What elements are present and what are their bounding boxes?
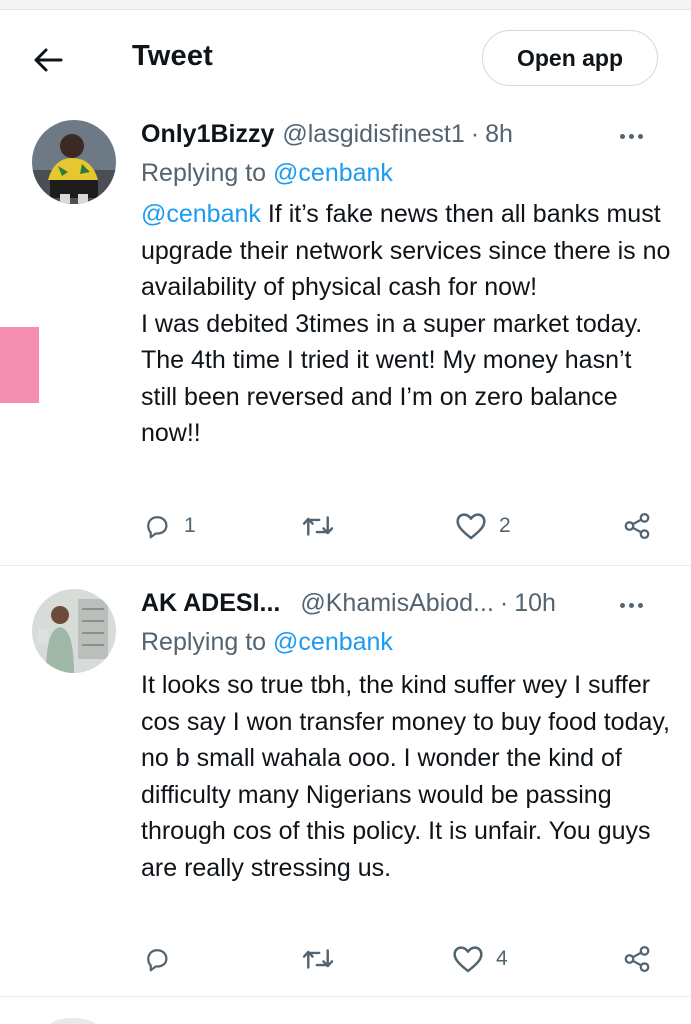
retweet-button[interactable] (301, 939, 347, 979)
like-count: 2 (499, 514, 511, 537)
retweet-icon (302, 516, 334, 536)
like-button[interactable]: 4 (452, 939, 508, 979)
tweet-text: @cenbank If it’s fake news then all bank… (141, 196, 671, 452)
tweet-meta: Only1Bizzy @lasgidisfinest1 · 8h (141, 120, 513, 149)
tweet-reply[interactable]: AK ADESI... @KhamisAbiod... · 10h Replyi… (0, 567, 691, 997)
replying-prefix: Replying to (141, 628, 267, 656)
replying-mention-link[interactable]: @cenbank (273, 159, 393, 187)
retweet-icon (302, 949, 334, 969)
open-app-button[interactable]: Open app (482, 30, 658, 86)
more-horizontal-icon (620, 134, 625, 139)
reply-button[interactable]: 1 (142, 506, 196, 546)
display-name[interactable]: Only1Bizzy (141, 120, 274, 149)
replying-to: Replying to @cenbank (141, 628, 393, 657)
share-button[interactable] (622, 506, 652, 546)
replying-to: Replying to @cenbank (141, 159, 393, 188)
share-icon (624, 513, 650, 539)
heart-icon (453, 946, 483, 973)
user-handle[interactable]: @lasgidisfinest1 (282, 120, 464, 149)
separator-dot: · (470, 120, 480, 148)
status-strip (0, 0, 691, 10)
replying-prefix: Replying to (141, 159, 267, 187)
retweet-button[interactable] (301, 506, 347, 546)
reply-count: 1 (184, 514, 196, 537)
like-count: 4 (496, 947, 508, 970)
next-tweet-avatar[interactable] (48, 1018, 98, 1024)
user-handle[interactable]: @KhamisAbiod... (300, 589, 494, 618)
share-button[interactable] (622, 939, 652, 979)
tweet-text: It looks so true tbh, the kind suffer we… (141, 667, 671, 886)
reply-bubble-icon (147, 516, 168, 539)
arrow-left-icon (34, 48, 63, 72)
top-bar: Tweet Open app (0, 10, 691, 110)
more-options-button[interactable] (620, 603, 643, 608)
heart-icon (456, 513, 486, 540)
separator-dot: · (499, 589, 509, 617)
display-name[interactable]: AK ADESI... (141, 589, 280, 618)
timestamp[interactable]: 8h (485, 120, 513, 149)
action-bar: 1 2 (0, 506, 691, 546)
body-mention-link[interactable]: @cenbank (141, 200, 261, 228)
body-text: If it’s fake news then all banks must up… (141, 200, 671, 447)
avatar[interactable] (32, 589, 116, 673)
action-bar: 4 (0, 939, 691, 979)
reply-bubble-icon (147, 949, 168, 972)
timestamp[interactable]: 10h (514, 589, 556, 618)
tweet-reply[interactable]: Only1Bizzy @lasgidisfinest1 · 8h Replyin… (0, 112, 691, 566)
more-options-button[interactable] (620, 134, 643, 139)
body-text: It looks so true tbh, the kind suffer we… (141, 671, 670, 882)
page-title: Tweet (132, 40, 214, 72)
tweet-meta: AK ADESI... @KhamisAbiod... · 10h (141, 589, 556, 618)
share-icon (624, 946, 650, 972)
replying-mention-link[interactable]: @cenbank (273, 628, 393, 656)
reply-button[interactable] (142, 939, 184, 979)
avatar[interactable] (32, 120, 116, 204)
more-horizontal-icon (620, 603, 625, 608)
like-button[interactable]: 2 (455, 506, 511, 546)
back-button[interactable] (28, 40, 68, 80)
